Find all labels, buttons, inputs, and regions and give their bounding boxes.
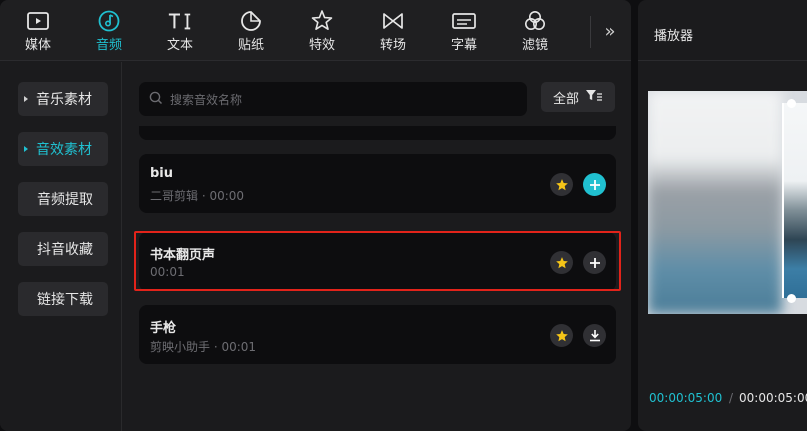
sidebar-item-audio-extract[interactable]: 音频提取 [18, 182, 108, 216]
transition-icon [380, 8, 406, 34]
add-sound-button[interactable] [583, 173, 606, 196]
tab-audio[interactable]: 音频 [79, 8, 139, 58]
audio-icon [96, 8, 122, 34]
favorite-star-button[interactable] [550, 251, 573, 274]
sidebar-item-sound-effects[interactable]: 音效素材 [18, 132, 108, 166]
list-item[interactable]: biu 二哥剪辑 · 00:00 [139, 154, 616, 213]
tab-text[interactable]: 文本 [150, 8, 210, 58]
favorite-star-button[interactable] [550, 173, 573, 196]
tab-sticker[interactable]: 贴纸 [221, 8, 281, 58]
category-sidebar: 音乐素材 音效素材 音频提取 抖音收藏 链接下载 [0, 62, 122, 431]
total-time: 00:00:05:00 [739, 391, 807, 405]
sound-meta: 二哥剪辑 · 00:00 [150, 189, 245, 203]
text-icon [167, 8, 193, 34]
tab-label: 贴纸 [237, 38, 264, 53]
tab-label: 转场 [379, 38, 406, 53]
tab-media[interactable]: 媒体 [8, 8, 68, 58]
sound-title: 手枪 [150, 321, 177, 336]
sidebar-item-music[interactable]: 音乐素材 [18, 82, 108, 116]
sound-title: 书本翻页声 [150, 248, 216, 263]
top-toolbar: 媒体 音频 文本 贴纸 特效 转场 字幕 滤镜 » [0, 0, 631, 61]
tab-filter[interactable]: 滤镜 [505, 8, 565, 58]
preview-blurred-background [648, 91, 782, 314]
preview-clip-frame[interactable] [782, 103, 807, 298]
filter-icon [522, 8, 548, 34]
resize-handle-bottom[interactable] [787, 294, 796, 303]
plus-icon [589, 179, 600, 190]
download-sound-button[interactable] [583, 324, 606, 347]
tab-label: 特效 [308, 38, 335, 53]
sidebar-item-label: 音乐素材 [36, 92, 92, 108]
double-chevron-right-icon: » [604, 21, 616, 42]
tab-label: 滤镜 [521, 38, 548, 53]
filter-all-button[interactable]: 全部 [541, 82, 615, 112]
star-icon [555, 256, 568, 268]
sound-meta: 剪映小助手 · 00:01 [150, 340, 257, 354]
sidebar-item-link-download[interactable]: 链接下载 [18, 282, 108, 316]
list-item[interactable]: 手枪 剪映小助手 · 00:01 [139, 305, 616, 364]
tab-label: 媒体 [24, 38, 51, 53]
player-header: 播放器 [638, 0, 807, 61]
caret-right-icon [24, 146, 28, 152]
search-input[interactable]: 搜索音效名称 [139, 82, 527, 116]
search-placeholder: 搜索音效名称 [170, 92, 243, 107]
player-panel: 播放器 00:00:05:00 / 00:00:05:00 [638, 0, 807, 431]
filter-funnel-icon [579, 88, 603, 106]
sticker-icon [238, 8, 264, 34]
media-icon [25, 8, 51, 34]
sidebar-item-label: 抖音收藏 [37, 242, 93, 258]
sound-title: biu [150, 166, 174, 181]
sidebar-item-douyin-favorites[interactable]: 抖音收藏 [18, 232, 108, 266]
search-icon [149, 90, 163, 109]
sidebar-item-label: 音效素材 [36, 142, 92, 158]
list-item-partial [139, 126, 616, 140]
tab-label: 文本 [166, 38, 193, 53]
player-title: 播放器 [654, 29, 694, 44]
tab-subtitle[interactable]: 字幕 [434, 8, 494, 58]
effects-icon [309, 8, 335, 34]
video-preview[interactable] [648, 91, 807, 314]
favorite-star-button[interactable] [550, 324, 573, 347]
download-icon [589, 330, 600, 342]
sidebar-item-label: 链接下载 [37, 292, 93, 308]
tab-label: 字幕 [450, 38, 477, 53]
star-icon [555, 329, 568, 341]
tab-effects[interactable]: 特效 [292, 8, 352, 58]
current-time: 00:00:05:00 [649, 391, 723, 405]
list-item[interactable]: 书本翻页声 00:01 [139, 232, 616, 291]
plus-icon [589, 257, 600, 268]
resource-panel: 媒体 音频 文本 贴纸 特效 转场 字幕 滤镜 » 音乐素材 音效素材 音频提取… [0, 0, 631, 431]
caret-right-icon [24, 96, 28, 102]
toolbar-divider [590, 16, 591, 48]
tab-transition[interactable]: 转场 [363, 8, 423, 58]
star-icon [555, 178, 568, 190]
time-separator: / [729, 391, 734, 405]
add-sound-button[interactable] [583, 251, 606, 274]
sidebar-item-label: 音频提取 [37, 192, 93, 208]
filter-label: 全部 [552, 91, 579, 107]
more-tabs-button[interactable]: » [598, 22, 622, 44]
subtitle-icon [451, 8, 477, 34]
tab-label: 音频 [95, 38, 122, 53]
resize-handle-top[interactable] [787, 99, 796, 108]
sound-meta: 00:01 [150, 265, 185, 279]
